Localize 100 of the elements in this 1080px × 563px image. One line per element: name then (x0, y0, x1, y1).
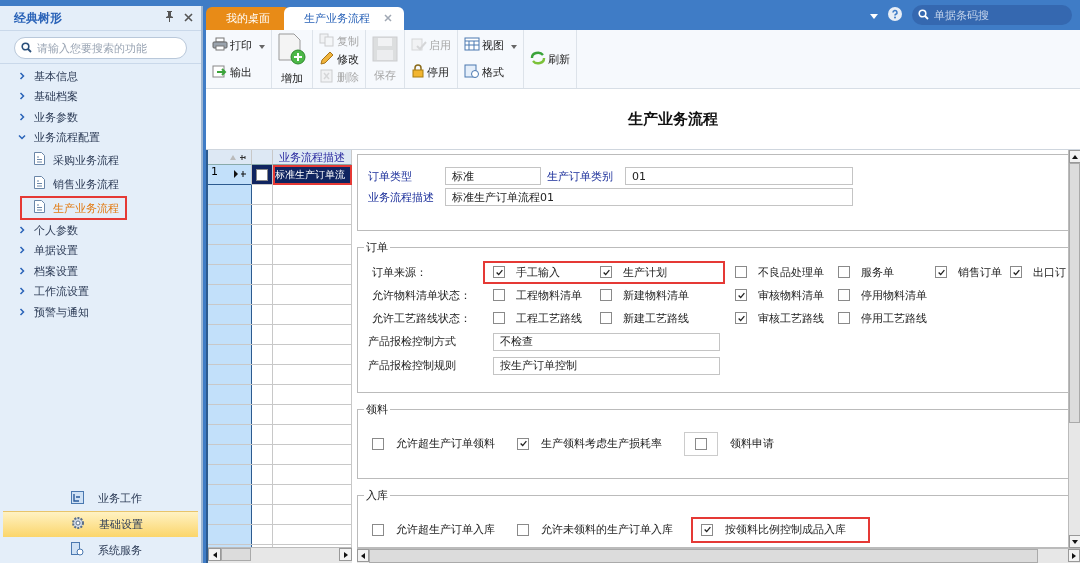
toolbar-button[interactable]: 格式 (464, 64, 517, 81)
scroll-right-icon[interactable] (1068, 549, 1080, 562)
checkbox[interactable] (1010, 266, 1022, 278)
pencil-icon (319, 50, 335, 68)
page-title: 生产业务流程 (626, 108, 719, 130)
checkbox[interactable] (517, 437, 529, 450)
field-label: 订单来源： (371, 264, 428, 280)
checkbox[interactable] (701, 523, 713, 536)
scrollbar-thumb[interactable] (369, 549, 1038, 563)
checkbox[interactable] (735, 289, 747, 301)
checkbox[interactable] (600, 266, 612, 278)
panel-title: 经典树形 (14, 9, 63, 27)
scroll-left-icon[interactable] (357, 549, 369, 562)
checkbox[interactable] (493, 289, 505, 301)
search-icon (918, 9, 929, 20)
tree-item[interactable]: 单据设置 (0, 240, 201, 261)
tab[interactable]: 生产业务流程 (284, 7, 404, 30)
input-field[interactable]: 不检查 (493, 332, 720, 351)
toolbar-button[interactable]: 打印 (212, 37, 265, 54)
field-label: 订单类型 (368, 168, 413, 184)
module-button[interactable]: 系统服务 (3, 537, 198, 563)
toolbar-button[interactable]: 停用 (411, 64, 451, 81)
scroll-up-icon[interactable] (1069, 150, 1080, 163)
toolbar-button[interactable]: 刷新 (530, 50, 570, 68)
checkbox-label: 停用工艺路线 (861, 310, 927, 326)
tree-item[interactable]: 业务参数 (0, 107, 201, 128)
checkbox[interactable] (935, 266, 947, 278)
toolbar-button[interactable]: 修改 (319, 50, 359, 68)
tree-item[interactable]: 工作流设置 (0, 281, 201, 302)
tree-item[interactable]: 基础档案 (0, 86, 201, 107)
checkbox[interactable] (600, 312, 612, 324)
row-pointer-icon (233, 168, 247, 181)
checkbox[interactable] (600, 289, 612, 301)
scroll-right-icon[interactable] (339, 548, 352, 561)
table-cell[interactable]: 标准生产订单流 (273, 165, 352, 185)
search-icon (21, 42, 32, 53)
scrollbar-thumb[interactable] (1069, 163, 1080, 423)
checkbox[interactable] (735, 266, 747, 278)
table-cell[interactable] (252, 165, 273, 185)
field-label: 允许工艺路线状态： (371, 310, 472, 326)
scrollbar-thumb[interactable] (221, 548, 251, 561)
group-title: 领料 (365, 401, 389, 417)
tree-item[interactable]: 基本信息 (0, 66, 201, 87)
format-icon (464, 64, 480, 81)
field-label: 生产订单类别 (547, 168, 614, 184)
copy-icon (319, 32, 335, 50)
input-field[interactable]: 标准 (445, 167, 541, 185)
checkbox-label: 允许未领料的生产订单入库 (541, 522, 673, 538)
tree-item[interactable]: 销售业务流程 (20, 172, 127, 196)
toolbar-button[interactable]: 输出 (212, 64, 265, 81)
field-label: 允许物料清单状态： (371, 287, 472, 303)
checkbox-label: 新建工艺路线 (623, 310, 689, 326)
module-button[interactable]: 基础设置 (3, 511, 198, 537)
input-field[interactable]: 标准生产订单流程01 (445, 188, 853, 206)
checkbox-label: 生产领料考虑生产损耗率 (541, 436, 662, 452)
floppy-disk-icon (372, 35, 398, 65)
checkbox[interactable] (372, 523, 384, 536)
document-icon (34, 176, 45, 192)
checkbox[interactable] (493, 312, 505, 324)
checkbox-label: 审核物料清单 (758, 287, 824, 303)
checkbox[interactable] (838, 312, 850, 324)
checkbox[interactable] (493, 266, 505, 278)
column-header[interactable]: 业务流程描述 (273, 150, 352, 165)
toolbar-button[interactable]: 增加 (278, 32, 306, 86)
checkbox[interactable] (695, 437, 707, 450)
group-title: 入库 (365, 487, 389, 503)
printer-icon (212, 37, 228, 54)
search-field[interactable]: 请输入您要搜索的功能 (14, 37, 187, 59)
checkbox-label: 生产计划 (623, 264, 667, 280)
checkbox-label: 允许超生产订单领料 (396, 436, 495, 452)
tree-item[interactable]: 采购业务流程 (20, 148, 127, 172)
checkbox[interactable] (256, 168, 268, 181)
tree-item[interactable]: 预警与通知 (0, 302, 201, 323)
row-header[interactable]: 1 (208, 165, 252, 185)
export-icon (212, 64, 228, 81)
help-icon[interactable] (888, 6, 902, 24)
checkbox[interactable] (838, 289, 850, 301)
field-label: 业务流程描述 (368, 189, 435, 205)
input-field[interactable]: 01 (625, 167, 853, 185)
scroll-left-icon[interactable] (208, 548, 221, 561)
search-field[interactable]: 单据条码搜 (912, 5, 1072, 25)
input-field[interactable]: 按生产订单控制 (493, 356, 720, 375)
toolbar-button[interactable]: 视图 (464, 37, 517, 54)
checkbox[interactable] (517, 523, 529, 536)
tree-item[interactable]: 业务流程配置 (0, 127, 201, 148)
checkbox-label: 工程物料清单 (516, 287, 582, 303)
tree-item[interactable]: 档案设置 (0, 261, 201, 282)
tree-item[interactable]: 个人参数 (0, 220, 201, 241)
group-title: 订单 (365, 239, 389, 255)
pin-icon[interactable] (165, 11, 174, 25)
checkbox[interactable] (838, 266, 850, 278)
checkbox-label: 出口订 (1033, 264, 1066, 280)
server-icon (71, 542, 84, 559)
document-icon (34, 200, 45, 216)
checkbox[interactable] (735, 312, 747, 324)
module-button[interactable]: 业务工作 (3, 485, 198, 511)
scroll-down-icon[interactable] (1069, 535, 1080, 548)
document-icon (34, 152, 45, 168)
checkbox[interactable] (372, 437, 384, 450)
checkbox-label: 不良品处理单 (758, 264, 824, 280)
